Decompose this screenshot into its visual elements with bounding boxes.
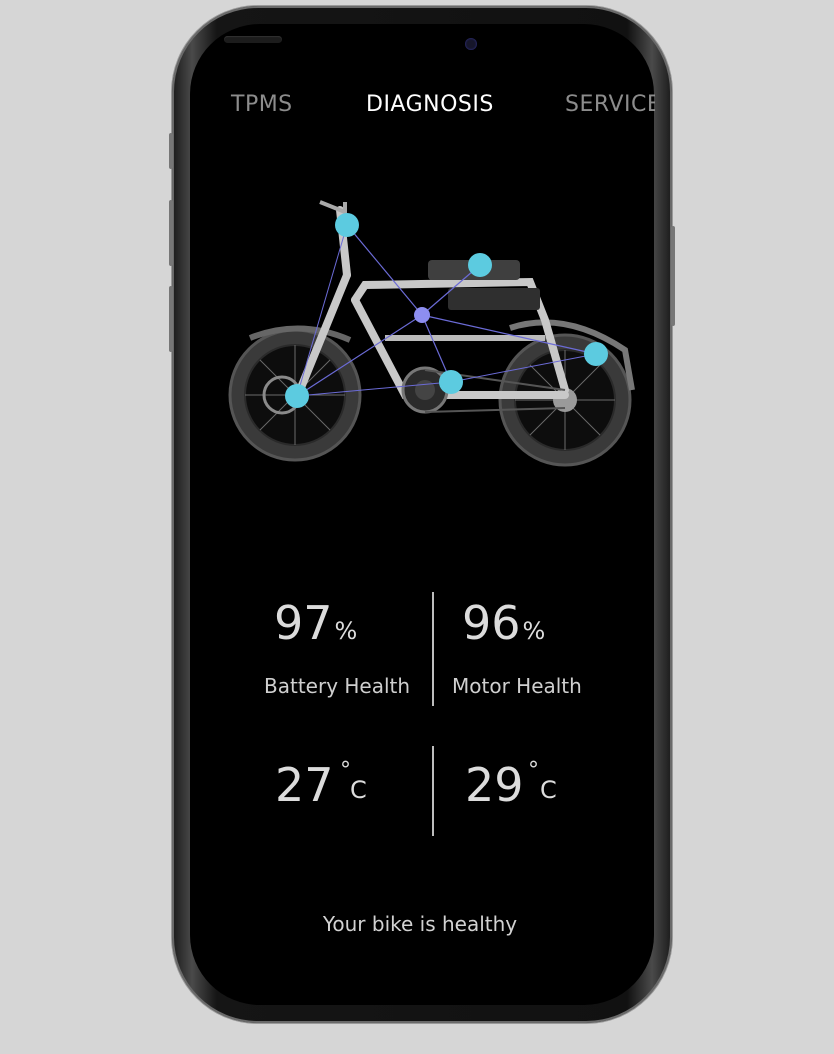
battery-health-value: 97% [274,596,357,650]
motor-health-value: 96% [462,596,545,650]
sensor-node-rear-wheel-icon[interactable] [584,342,608,366]
battery-temperature-value: 27 [275,758,334,812]
temperature-divider [432,746,434,836]
sensor-node-motor-icon[interactable] [439,370,463,394]
power-button [671,226,675,326]
battery-health-unit: % [334,617,358,645]
tab-service[interactable]: SERVICE [565,92,655,117]
sensor-node-handlebar-icon[interactable] [335,213,359,237]
motor-temperature-degree: ° [528,758,539,783]
battery-health-label: Battery Health [264,674,411,698]
hub-node-icon[interactable] [414,307,430,323]
silent-switch [169,133,173,169]
bike-illustration [228,200,635,467]
motor-health-unit: % [522,617,546,645]
motor-health-number: 96 [462,596,521,650]
tab-tpms[interactable]: TPMS [231,92,293,117]
sensor-node-seat-icon[interactable] [468,253,492,277]
volume-up-button [169,200,173,266]
battery-temperature-unit: C [350,776,367,804]
motor-temperature-value: 29 [465,758,524,812]
bike-status-message: Your bike is healthy [322,912,518,936]
phone-screen [190,24,654,1005]
e-bike-diagram [228,200,635,467]
motor-health-label: Motor Health [452,674,582,698]
front-camera-icon [465,38,477,50]
tab-diagnosis[interactable]: DIAGNOSIS [366,92,494,117]
stats-divider [432,592,434,706]
battery-health-number: 97 [274,596,333,650]
sensor-node-front-wheel-icon[interactable] [285,384,309,408]
motor-temperature-unit: C [540,776,557,804]
phone-frame [169,6,675,1023]
earpiece-speaker [224,36,282,43]
volume-down-button [169,286,173,352]
